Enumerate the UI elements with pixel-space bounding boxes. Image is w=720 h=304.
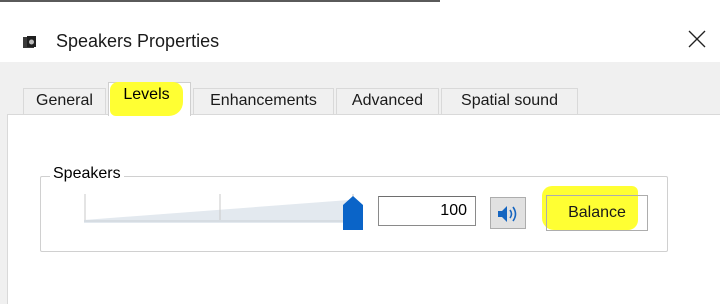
tab-levels-label[interactable]: Levels	[110, 86, 183, 104]
close-icon	[688, 30, 706, 48]
tab-spatial-sound[interactable]: Spatial sound	[441, 88, 578, 114]
close-button[interactable]	[674, 20, 720, 58]
title-bar[interactable]: Speakers Properties	[0, 2, 720, 62]
volume-slider-track[interactable]	[84, 190, 354, 226]
volume-value-field[interactable]: 100	[378, 196, 476, 226]
tab-advanced[interactable]: Advanced	[336, 88, 439, 114]
balance-button[interactable]: Balance	[546, 195, 648, 231]
speaker-device-icon	[23, 36, 37, 49]
volume-slider-thumb[interactable]	[343, 196, 363, 230]
window-title: Speakers Properties	[56, 31, 220, 51]
tab-enhancements[interactable]: Enhancements	[193, 88, 334, 114]
mute-toggle-button[interactable]	[490, 197, 526, 229]
speakers-group-label: Speakers	[50, 165, 124, 183]
speaker-volume-icon	[498, 206, 517, 222]
tab-general[interactable]: General	[23, 88, 106, 114]
